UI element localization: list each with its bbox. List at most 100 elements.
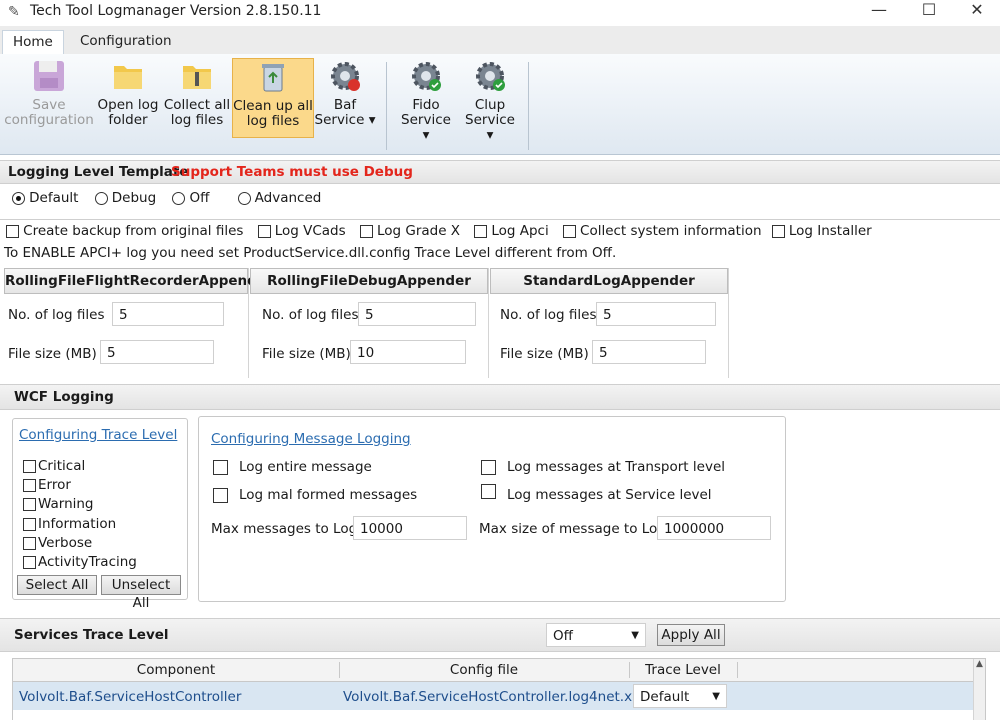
message-logging-group: Configuring Message Logging Log entire m… [198, 416, 786, 602]
gear-icon [331, 62, 360, 91]
clup-label-1: Clup [474, 97, 506, 113]
checkbox[interactable] [23, 556, 36, 570]
baf-service-button[interactable]: Baf Service ▾ [314, 58, 376, 136]
select-all-button[interactable]: Select All [17, 575, 97, 595]
column-trace-level[interactable]: Trace Level [629, 662, 738, 678]
table-row[interactable]: Volvolt.Baf.ServiceHostController Volvol… [13, 682, 973, 710]
checkbox[interactable] [23, 517, 36, 531]
app-icon: ✎ [8, 4, 20, 20]
trace-label: Information [38, 515, 117, 532]
checkbox-log-apci[interactable] [474, 225, 488, 238]
fido-service-button[interactable]: Fido Service ▾ [396, 58, 456, 143]
checkbox-log-transport-level[interactable] [481, 460, 496, 475]
collect-system-info-label: Collect system information [580, 223, 762, 239]
services-trace-level-header: Services Trace Level Off ▼ Apply All [0, 618, 1000, 652]
clup-label-2: Service ▾ [465, 112, 515, 143]
checkbox-log-installer[interactable] [771, 225, 785, 238]
size-input[interactable]: 5 [592, 340, 706, 364]
trace-activity-tracing[interactable]: ActivityTracing [23, 553, 137, 572]
files-input[interactable]: 5 [112, 302, 224, 326]
checkbox-log-entire-message[interactable] [213, 460, 228, 475]
trace-verbose[interactable]: Verbose [23, 534, 137, 553]
apply-all-button[interactable]: Apply All [657, 624, 725, 646]
baf-label-1: Baf [333, 97, 357, 113]
folder-icon [114, 66, 142, 89]
files-input[interactable]: 5 [596, 302, 716, 326]
open-log-folder-button[interactable]: Open log folder [96, 58, 160, 136]
title-bar: ✎ Tech Tool Logmanager Version 2.8.150.1… [0, 0, 1000, 26]
log-grade-x-label: Log Grade X [376, 223, 461, 239]
row-trace-level-select[interactable]: Default ▼ [633, 684, 727, 708]
collect-all-log-files-button[interactable]: Collect all log files [162, 58, 232, 136]
tab-home[interactable]: Home [2, 30, 64, 55]
size-input[interactable]: 10 [350, 340, 466, 364]
checkbox-log-grade-x[interactable] [359, 225, 373, 238]
radio-default[interactable] [12, 192, 25, 205]
log-entire-message-label: Log entire message [239, 459, 372, 475]
maximize-button[interactable]: ☐ [906, 0, 952, 22]
open-label-2: folder [108, 112, 148, 128]
files-label: No. of log files [262, 307, 359, 323]
trace-level-list: Critical Error Warning Information Verbo… [23, 457, 137, 572]
files-label: No. of log files [8, 307, 105, 323]
configuring-message-logging-link[interactable]: Configuring Message Logging [211, 431, 411, 447]
tab-configuration[interactable]: Configuration [70, 30, 182, 54]
save-configuration-button[interactable]: Save configuration [4, 58, 94, 136]
trace-information[interactable]: Information [23, 515, 137, 534]
trace-critical[interactable]: Critical [23, 457, 137, 476]
unselect-all-button[interactable]: Unselect All [101, 575, 181, 611]
row-config-file: Volvolt.Baf.ServiceHostController.log4ne… [343, 689, 649, 705]
ribbon-separator [528, 62, 529, 150]
checkbox-collect-system-info[interactable] [562, 225, 576, 238]
checkbox[interactable] [23, 498, 36, 512]
log-options-row: Create backup from original files Log VC… [6, 223, 872, 239]
fido-label-2: Service ▾ [401, 112, 451, 143]
checkbox-log-vcads[interactable] [257, 225, 271, 238]
save-label-2: configuration [4, 112, 94, 128]
checkbox-log-service-level[interactable] [481, 484, 496, 499]
appender-header: RollingFileDebugAppender [250, 268, 488, 294]
files-input[interactable]: 5 [358, 302, 476, 326]
wcf-logging-header: WCF Logging [0, 384, 1000, 410]
size-label: File size (MB) [262, 346, 351, 362]
trace-label: Verbose [38, 534, 93, 551]
radio-advanced[interactable] [237, 192, 251, 205]
gear-check-icon [412, 62, 441, 91]
appender-flight-recorder: RollingFileFlightRecorderAppender No. of… [4, 268, 273, 378]
size-input[interactable]: 5 [100, 340, 214, 364]
clean-label-1: Clean up all [233, 98, 313, 114]
checkbox-log-malformed[interactable] [213, 488, 228, 503]
trace-warning[interactable]: Warning [23, 495, 137, 514]
scroll-up-icon[interactable]: ▲ [976, 659, 983, 669]
checkbox[interactable] [23, 460, 36, 473]
checkbox[interactable] [23, 479, 36, 493]
trace-level-value: Off [553, 628, 573, 644]
radio-off[interactable] [172, 192, 186, 205]
column-config-file[interactable]: Config file [339, 662, 630, 678]
trace-level-select[interactable]: Off ▼ [546, 623, 646, 647]
minimize-button[interactable]: — [856, 0, 902, 22]
column-component[interactable]: Component [13, 662, 340, 678]
configuring-trace-level-link[interactable]: Configuring Trace Level [19, 427, 177, 443]
log-service-level-label: Log messages at Service level [507, 487, 712, 503]
close-button[interactable]: ✕ [954, 0, 1000, 22]
radio-debug[interactable] [94, 192, 108, 205]
max-size-label: Max size of message to Log [479, 521, 666, 537]
gear-check-icon [476, 62, 505, 91]
checkbox[interactable] [23, 536, 36, 550]
logging-template-warning: Support Teams must use Debug [171, 164, 413, 180]
trace-error[interactable]: Error [23, 476, 137, 495]
scrollbar[interactable]: ▲ [973, 659, 985, 720]
save-label-1: Save [32, 97, 66, 113]
trace-label: Critical [38, 458, 86, 474]
apci-note: To ENABLE APCI+ log you need set Product… [4, 245, 617, 261]
clup-service-button[interactable]: Clup Service ▾ [460, 58, 520, 143]
fido-label-1: Fido [412, 97, 440, 113]
collect-label-2: log files [170, 112, 224, 128]
ribbon-tab-row: Home Configuration [0, 26, 1000, 55]
clean-up-all-log-files-button[interactable]: Clean up all log files [232, 58, 314, 138]
log-transport-level-label: Log messages at Transport level [507, 459, 725, 475]
max-size-input[interactable]: 1000000 [657, 516, 771, 540]
checkbox-create-backup[interactable] [6, 225, 19, 238]
max-messages-input[interactable]: 10000 [353, 516, 467, 540]
